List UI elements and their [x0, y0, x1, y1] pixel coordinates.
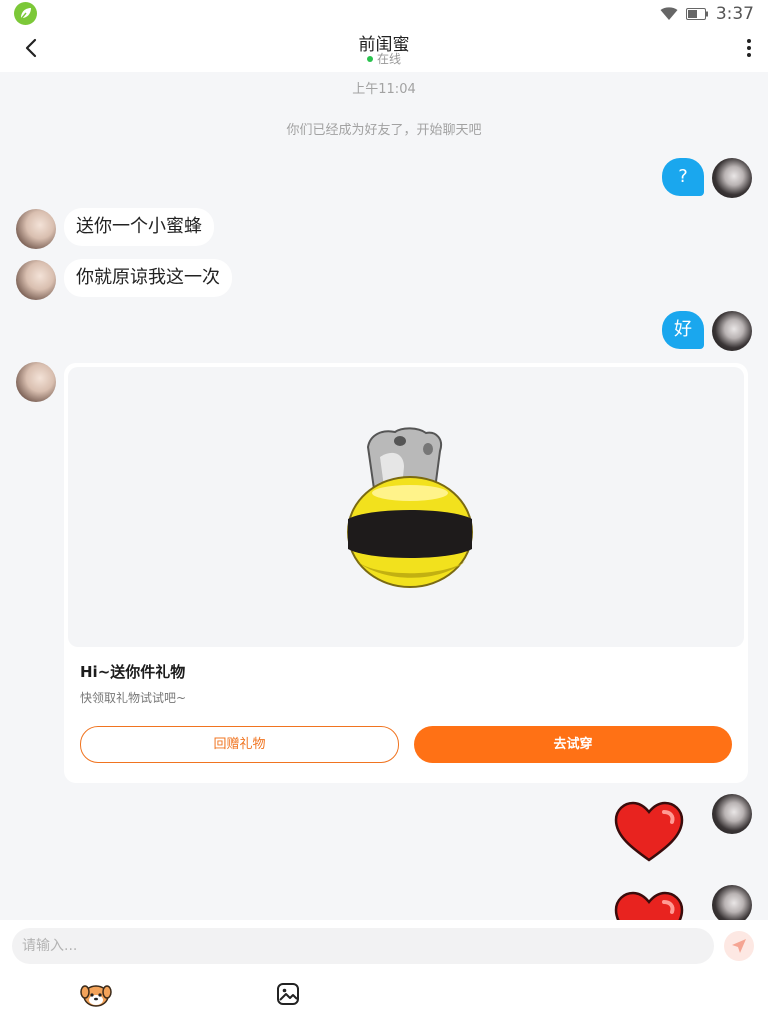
gift-title: Hi~送你件礼物 [80, 663, 186, 681]
my-avatar[interactable] [712, 794, 752, 834]
send-icon[interactable] [724, 931, 754, 961]
my-avatar[interactable] [712, 158, 752, 198]
heart-icon[interactable] [612, 800, 686, 864]
friend-avatar[interactable] [16, 260, 56, 300]
online-status: 在线 [0, 50, 768, 67]
incoming-bubble[interactable]: 送你一个小蜜蜂 [64, 208, 214, 246]
pet-icon[interactable] [80, 980, 112, 1008]
incoming-bubble[interactable]: 你就原谅我这一次 [64, 259, 232, 297]
try-on-button[interactable]: 去试穿 [414, 726, 732, 763]
friend-avatar[interactable] [16, 362, 56, 402]
message-input[interactable]: 请输入... [12, 928, 714, 964]
gift-subtitle: 快领取礼物试试吧~ [80, 691, 187, 705]
my-avatar[interactable] [712, 885, 752, 925]
chat-header: 前闺蜜 在线 [0, 28, 768, 72]
gift-card[interactable]: Hi~送你件礼物 快领取礼物试试吧~ 回赠礼物 去试穿 [64, 363, 748, 783]
image-icon[interactable] [276, 982, 300, 1006]
friend-avatar[interactable] [16, 209, 56, 249]
outgoing-bubble[interactable]: 好 [662, 311, 704, 349]
status-bar: 3:37 [0, 0, 768, 28]
more-icon[interactable] [746, 38, 752, 58]
status-time: 3:37 [715, 4, 754, 24]
battery-icon [685, 8, 708, 20]
outgoing-bubble[interactable]: ? [662, 158, 704, 196]
my-avatar[interactable] [712, 311, 752, 351]
online-dot-icon [366, 55, 373, 62]
system-message: 你们已经成为好友了，开始聊天吧 [286, 123, 482, 138]
app-logo-icon [14, 2, 37, 25]
wifi-icon [660, 7, 678, 21]
online-status-label: 在线 [376, 52, 401, 66]
bee-gift-icon [340, 427, 480, 592]
gift-image [68, 367, 744, 647]
message-timestamp: 上午11:04 [352, 82, 416, 97]
return-gift-button[interactable]: 回赠礼物 [80, 726, 399, 763]
